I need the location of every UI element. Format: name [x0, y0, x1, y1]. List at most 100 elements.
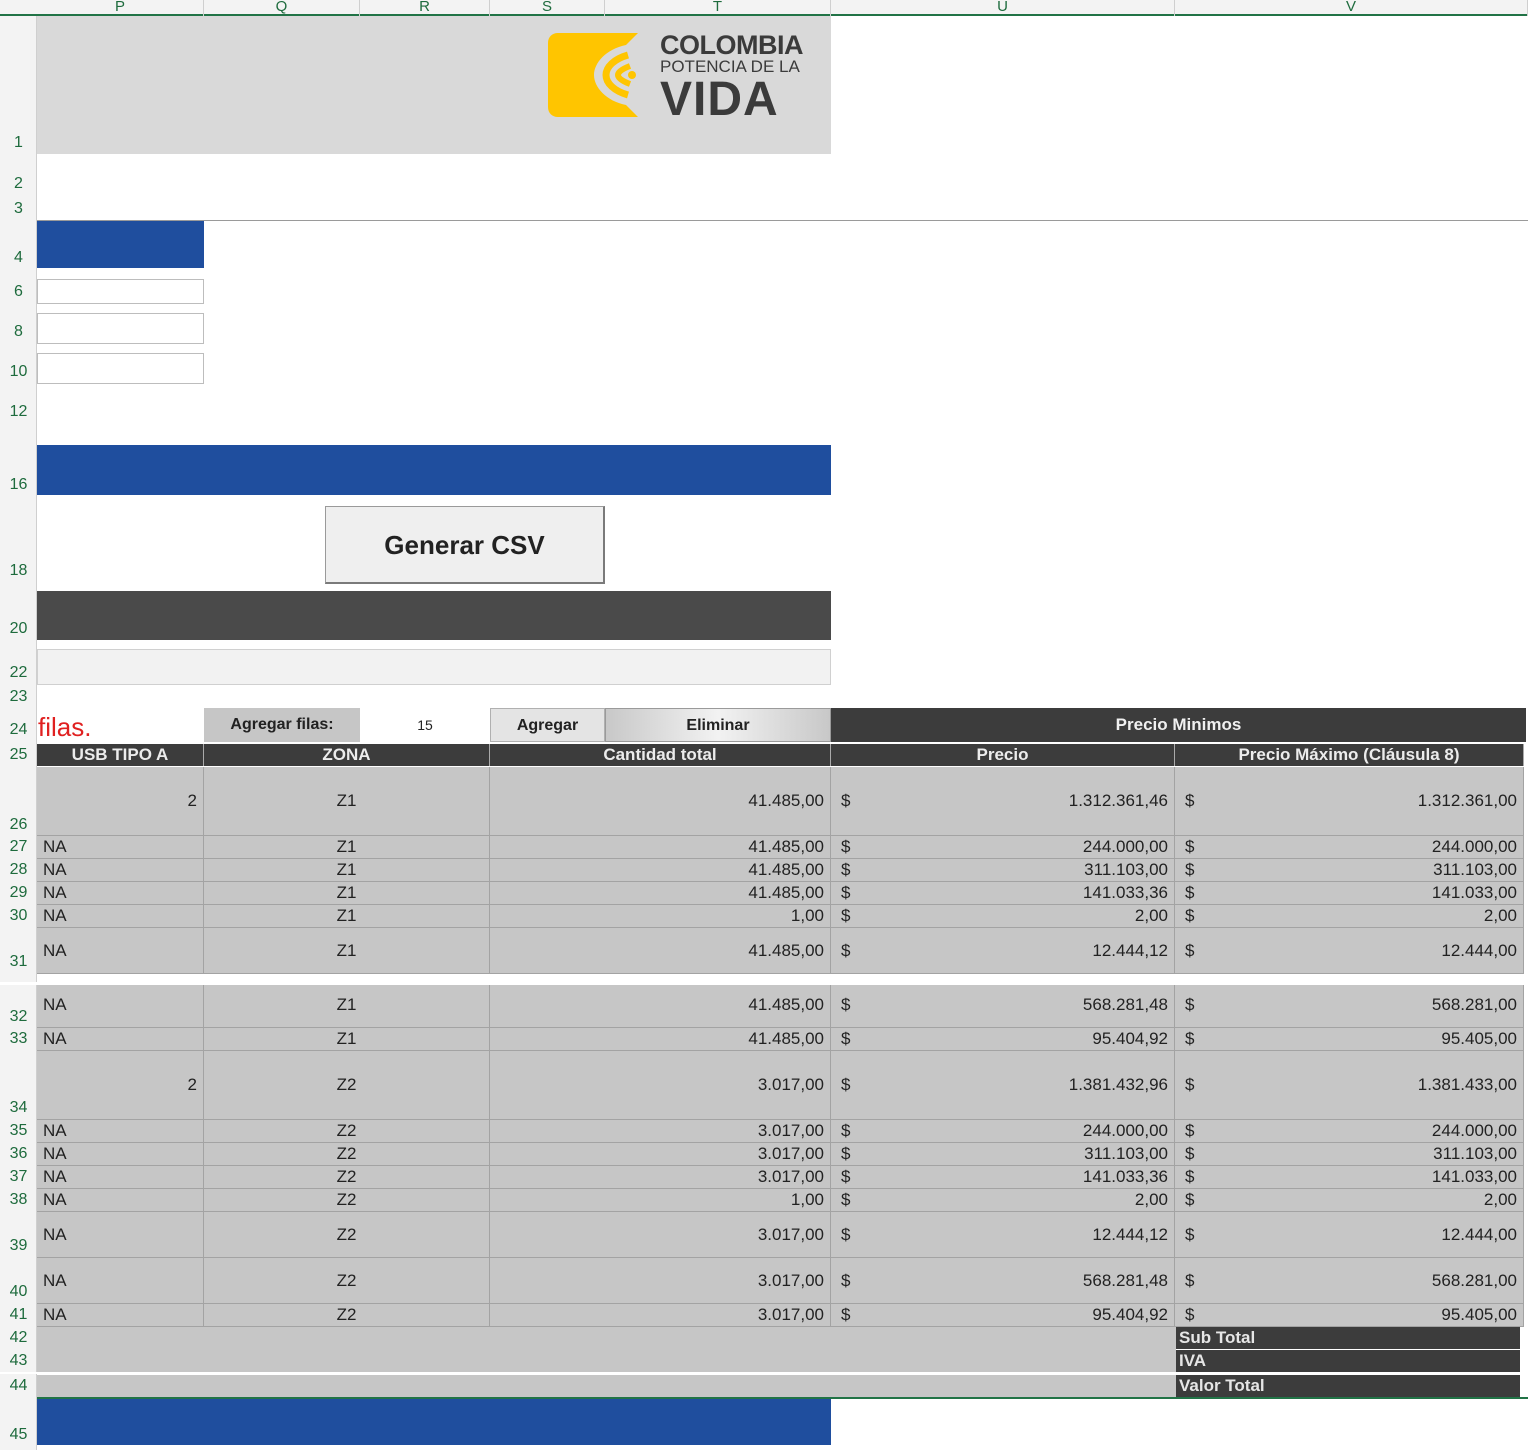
row-header[interactable]: 32	[0, 1008, 37, 1026]
row-header[interactable]: 25	[0, 746, 37, 764]
row-header[interactable]: 2	[0, 175, 37, 193]
cell-zona[interactable]: Z2	[204, 1120, 490, 1142]
row-header[interactable]: 12	[0, 403, 37, 421]
cell-precio-max[interactable]: $311.103,00	[1175, 859, 1524, 881]
row-header[interactable]: 45	[0, 1426, 37, 1444]
row-header[interactable]: 27	[0, 838, 37, 856]
row-header[interactable]: 43	[0, 1352, 37, 1370]
row-header[interactable]: 36	[0, 1145, 37, 1163]
row-header[interactable]: 8	[0, 323, 37, 341]
cell-usb[interactable]: NA	[37, 905, 204, 927]
cell-cantidad[interactable]: 3.017,00	[490, 1258, 831, 1303]
row-header[interactable]: 30	[0, 907, 37, 925]
eliminar-button[interactable]: Eliminar	[605, 708, 831, 742]
cell-precio[interactable]: $141.033,36	[831, 882, 1175, 904]
row-header[interactable]: 38	[0, 1191, 37, 1209]
cell-zona[interactable]: Z2	[204, 1143, 490, 1165]
row-header[interactable]: 35	[0, 1122, 37, 1140]
agregar-filas-input[interactable]: 15	[360, 708, 490, 742]
cell-zona[interactable]: Z2	[204, 1189, 490, 1211]
cell-usb[interactable]: 2	[37, 1051, 204, 1119]
row-header[interactable]: 39	[0, 1237, 37, 1255]
row-header[interactable]: 22	[0, 664, 37, 682]
cell-usb[interactable]: NA	[37, 983, 204, 1027]
cell-precio[interactable]: $12.444,12	[831, 1212, 1175, 1257]
cell-precio[interactable]: $311.103,00	[831, 1143, 1175, 1165]
column-header-s[interactable]: S	[490, 0, 605, 16]
row-header[interactable]: 16	[0, 476, 37, 494]
cell-zona[interactable]: Z1	[204, 882, 490, 904]
column-header-r[interactable]: R	[360, 0, 490, 16]
cell-precio-max[interactable]: $244.000,00	[1175, 836, 1524, 858]
row-header[interactable]: 23	[0, 688, 37, 706]
cell-precio-max[interactable]: $1.381.433,00	[1175, 1051, 1524, 1119]
row-header[interactable]: 44	[0, 1377, 37, 1395]
cell-precio-max[interactable]: $311.103,00	[1175, 1143, 1524, 1165]
row-header[interactable]: 41	[0, 1306, 37, 1324]
cell-cantidad[interactable]: 3.017,00	[490, 1051, 831, 1119]
cell-precio[interactable]: $2,00	[831, 905, 1175, 927]
cell-zona[interactable]: Z1	[204, 1028, 490, 1050]
row-header[interactable]: 3	[0, 200, 37, 218]
cell-precio[interactable]: $568.281,48	[831, 983, 1175, 1027]
cell-usb[interactable]: NA	[37, 1212, 204, 1257]
row-header[interactable]: 26	[0, 816, 37, 834]
row-header[interactable]: 10	[0, 363, 37, 381]
row-header[interactable]: 31	[0, 953, 37, 971]
cell-precio[interactable]: $1.312.361,46	[831, 767, 1175, 835]
cell-precio[interactable]: $1.381.432,96	[831, 1051, 1175, 1119]
row-header[interactable]: 24	[0, 721, 37, 739]
column-header-q[interactable]: Q	[204, 0, 360, 16]
cell-precio[interactable]: $95.404,92	[831, 1028, 1175, 1050]
input-cell-row8[interactable]	[37, 313, 204, 344]
column-header-p[interactable]: P	[37, 0, 204, 16]
cell-precio[interactable]: $95.404,92	[831, 1304, 1175, 1326]
cell-cantidad[interactable]: 41.485,00	[490, 767, 831, 835]
cell-precio[interactable]: $311.103,00	[831, 859, 1175, 881]
row-header[interactable]: 40	[0, 1283, 37, 1301]
cell-zona[interactable]: Z2	[204, 1166, 490, 1188]
cell-precio-max[interactable]: $1.312.361,00	[1175, 767, 1524, 835]
cell-cantidad[interactable]: 41.485,00	[490, 1028, 831, 1050]
cell-precio-max[interactable]: $244.000,00	[1175, 1120, 1524, 1142]
cell-cantidad[interactable]: 41.485,00	[490, 859, 831, 881]
cell-precio-max[interactable]: $141.033,00	[1175, 882, 1524, 904]
cell-precio-max[interactable]: $12.444,00	[1175, 1212, 1524, 1257]
cell-zona[interactable]: Z1	[204, 905, 490, 927]
cell-usb[interactable]: NA	[37, 1258, 204, 1303]
cell-usb[interactable]: NA	[37, 859, 204, 881]
cell-zona[interactable]: Z1	[204, 928, 490, 973]
agregar-button[interactable]: Agregar	[490, 708, 605, 742]
cell-zona[interactable]: Z1	[204, 983, 490, 1027]
row-header[interactable]: 29	[0, 884, 37, 902]
cell-zona[interactable]: Z2	[204, 1212, 490, 1257]
cell-cantidad[interactable]: 3.017,00	[490, 1120, 831, 1142]
cell-cantidad[interactable]: 41.485,00	[490, 836, 831, 858]
cell-precio[interactable]: $568.281,48	[831, 1258, 1175, 1303]
row-header[interactable]: 18	[0, 562, 37, 580]
cell-cantidad[interactable]: 3.017,00	[490, 1304, 831, 1326]
cell-cantidad[interactable]: 41.485,00	[490, 983, 831, 1027]
cell-usb[interactable]: NA	[37, 1166, 204, 1188]
generate-csv-button[interactable]: Generar CSV	[325, 506, 605, 584]
row-header[interactable]: 20	[0, 620, 37, 638]
cell-precio[interactable]: $12.444,12	[831, 928, 1175, 973]
column-header-v[interactable]: V	[1175, 0, 1528, 16]
column-header-u[interactable]: U	[831, 0, 1175, 16]
cell-precio-max[interactable]: $12.444,00	[1175, 928, 1524, 973]
cell-usb[interactable]: NA	[37, 1304, 204, 1326]
cell-cantidad[interactable]: 41.485,00	[490, 882, 831, 904]
cell-cantidad[interactable]: 3.017,00	[490, 1143, 831, 1165]
cell-zona[interactable]: Z2	[204, 1258, 490, 1303]
row-header[interactable]: 6	[0, 283, 37, 301]
cell-cantidad[interactable]: 3.017,00	[490, 1166, 831, 1188]
cell-precio[interactable]: $141.033,36	[831, 1166, 1175, 1188]
cell-usb[interactable]: NA	[37, 882, 204, 904]
cell-precio-max[interactable]: $568.281,00	[1175, 1258, 1524, 1303]
cell-cantidad[interactable]: 1,00	[490, 905, 831, 927]
column-header-t[interactable]: T	[605, 0, 831, 16]
cell-usb[interactable]: NA	[37, 1028, 204, 1050]
cell-cantidad[interactable]: 1,00	[490, 1189, 831, 1211]
row-header[interactable]: 34	[0, 1099, 37, 1117]
cell-precio[interactable]: $2,00	[831, 1189, 1175, 1211]
